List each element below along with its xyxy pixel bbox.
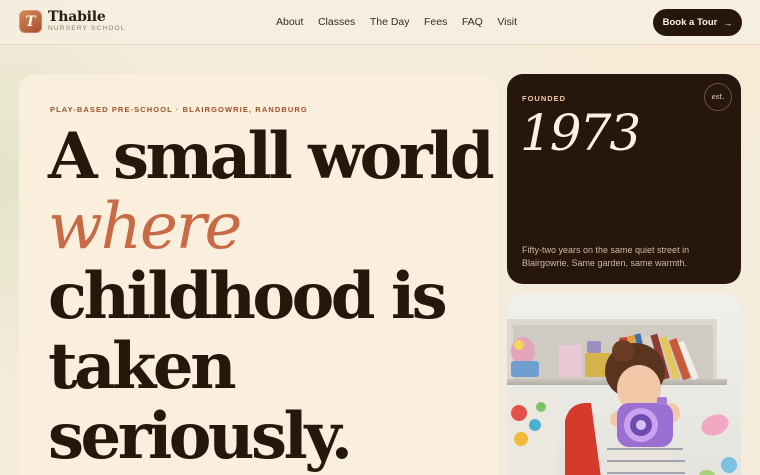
arrow-right-icon: →	[723, 17, 733, 28]
child-with-camera-illustration	[507, 293, 741, 475]
brand-name: Thabile	[48, 9, 106, 26]
child-photo	[507, 293, 741, 475]
book-tour-label: Book a Tour	[662, 17, 718, 28]
headline-line-5: seriously.	[48, 399, 353, 474]
nav-item-fees[interactable]: Fees	[424, 16, 447, 28]
brand-subtitle: NURSERY SCHOOL	[48, 25, 126, 33]
founded-label: FOUNDED	[522, 94, 567, 103]
est-badge: est.	[704, 83, 732, 111]
headline-line-accent: where	[48, 190, 242, 264]
logo-mark-icon: T	[19, 10, 42, 33]
hero-eyebrow: PLAY-BASED PRE-SCHOOL · BLAIRGOWRIE, RAN…	[50, 105, 308, 114]
headline-line-4: taken	[48, 329, 237, 404]
headline-line-1: A small world	[48, 119, 495, 194]
site-header: T Thabile NURSERY SCHOOL About Classes T…	[0, 0, 760, 45]
founded-description: Fifty-two years on the same quiet street…	[522, 245, 690, 268]
nav-item-faq[interactable]: FAQ	[462, 16, 483, 28]
nav-item-the-day[interactable]: The Day	[370, 16, 410, 28]
hero-card: PLAY-BASED PRE-SCHOOL · BLAIRGOWRIE, RAN…	[19, 74, 498, 475]
founded-card: FOUNDED 1973 est. Fifty-two years on the…	[507, 74, 741, 284]
book-tour-button[interactable]: Book a Tour →	[653, 9, 742, 36]
nav-item-classes[interactable]: Classes	[318, 16, 355, 28]
founded-year: 1973	[520, 104, 641, 162]
headline-line-3: childhood is	[48, 259, 448, 334]
hero-headline: A small world where childhood is taken s…	[48, 119, 495, 474]
main-nav: About Classes The Day Fees FAQ Visit	[276, 16, 532, 28]
nav-item-about[interactable]: About	[276, 16, 303, 28]
logo[interactable]: T Thabile NURSERY SCHOOL	[19, 10, 126, 33]
logo-text: Thabile NURSERY SCHOOL	[48, 10, 126, 33]
nav-item-visit[interactable]: Visit	[497, 16, 517, 28]
